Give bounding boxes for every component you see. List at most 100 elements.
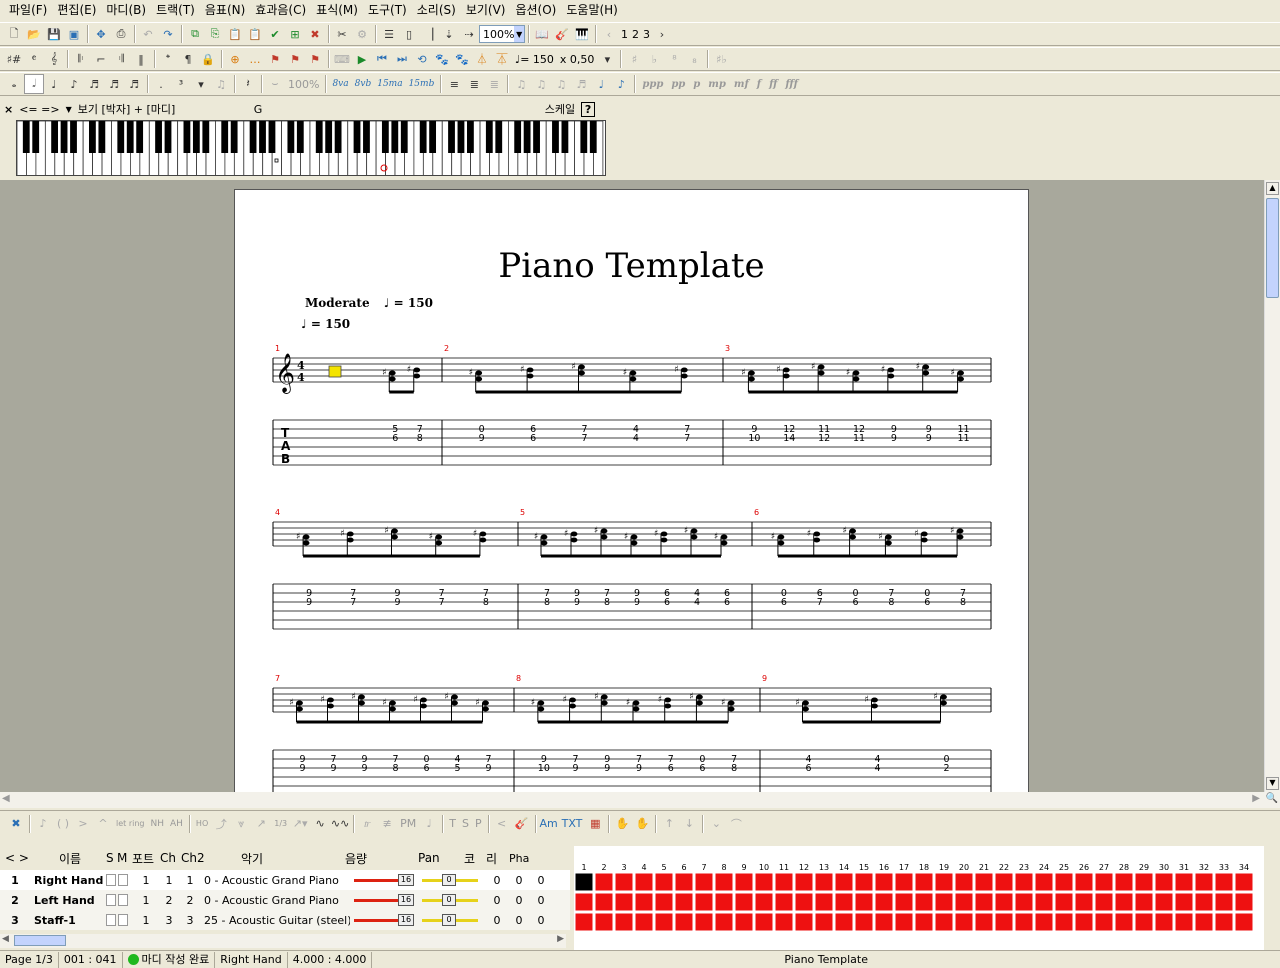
measure-cell[interactable] [654, 892, 674, 912]
note-head[interactable] [389, 706, 396, 712]
black-key[interactable] [533, 121, 540, 153]
note-head[interactable] [720, 540, 728, 546]
lock-icon[interactable]: 🔒 [198, 49, 218, 69]
track-name[interactable]: Right Hand [30, 874, 106, 887]
measure-cell[interactable] [654, 912, 674, 932]
menu-item-10[interactable]: 옵션(O) [510, 0, 561, 21]
measure-cell[interactable] [694, 872, 714, 892]
arrow-down-icon[interactable]: ↓ [679, 814, 699, 834]
nav-arrows[interactable]: < > [0, 851, 34, 865]
thirtysecond-note-icon[interactable]: ♬ [104, 74, 124, 94]
tab-fret-number[interactable]: 9 [573, 763, 579, 774]
measure-cell[interactable] [894, 872, 914, 892]
count-in-icon[interactable]: ⏄ [492, 49, 512, 69]
wide-vibrato-icon[interactable]: ∿∿ [330, 814, 350, 834]
note-head[interactable] [748, 376, 755, 382]
measure-cell[interactable] [614, 912, 634, 932]
paw-icon[interactable]: 🐾 [432, 49, 452, 69]
measure-cell[interactable] [1134, 912, 1154, 932]
measure-cell[interactable] [1234, 912, 1254, 932]
check-icon[interactable]: ✔ [265, 24, 285, 44]
tab-fret-number[interactable]: 8 [960, 597, 966, 608]
measure-cell[interactable] [994, 872, 1014, 892]
note-head[interactable] [569, 697, 576, 703]
tab-fret-number[interactable]: 9 [479, 433, 485, 444]
repeat-open-icon[interactable]: 𝄆 [71, 49, 91, 69]
measure-cell[interactable] [754, 912, 774, 932]
note-head[interactable] [632, 706, 640, 712]
note-head[interactable] [748, 370, 755, 376]
vibrato-icon[interactable]: ∿ [310, 814, 330, 834]
note-head[interactable] [885, 540, 892, 546]
note-head[interactable] [630, 540, 638, 546]
page-button-1[interactable]: 1 [619, 28, 630, 41]
black-key[interactable] [221, 121, 229, 153]
measure-cell[interactable] [754, 872, 774, 892]
tuplet-button[interactable]: 1/3 [271, 819, 290, 828]
volume-slider[interactable]: 16 [354, 874, 418, 886]
measure-cell[interactable] [674, 892, 694, 912]
track-ch[interactable]: 1 [158, 874, 180, 887]
tie-icon[interactable]: ⌣ [265, 74, 285, 94]
measure-cell[interactable] [1094, 872, 1114, 892]
tab-fret-number[interactable]: 8 [483, 597, 489, 608]
track-instrument[interactable]: 0 - Acoustic Grand Piano [200, 874, 350, 887]
track-name[interactable]: Staff-1 [30, 914, 106, 927]
dotted-note-icon[interactable]: . [151, 74, 171, 94]
tremolo-picking-icon[interactable]: ≢ [377, 814, 397, 834]
measure-cell[interactable] [1234, 872, 1254, 892]
tab-fret-number[interactable]: 6 [724, 597, 730, 608]
track-name[interactable]: Left Hand [30, 894, 106, 907]
artificial-harmonic-button[interactable]: AH [167, 819, 186, 829]
track-phaser[interactable]: 0 [530, 914, 552, 927]
tab-fret-number[interactable]: 9 [361, 763, 367, 774]
track-instrument[interactable]: 0 - Acoustic Grand Piano [200, 894, 350, 907]
tab-fret-number[interactable]: 9 [634, 597, 640, 608]
tab-fret-number[interactable]: 9 [636, 763, 642, 774]
black-key[interactable] [325, 121, 333, 153]
measure-cell[interactable] [814, 892, 834, 912]
measure-cell[interactable] [794, 872, 814, 892]
tab-fret-number[interactable]: 4 [633, 433, 639, 444]
black-key[interactable] [589, 121, 597, 153]
note-head[interactable] [871, 703, 878, 709]
black-key[interactable] [296, 121, 304, 153]
triplet-icon[interactable]: ³ [171, 74, 191, 94]
repeat-close-icon[interactable]: 𝄇 [111, 49, 131, 69]
scroll-left-icon[interactable]: ◀ [2, 793, 10, 804]
note-head[interactable] [957, 376, 964, 382]
note-head[interactable] [346, 531, 354, 537]
measure-cell[interactable] [834, 892, 854, 912]
black-key[interactable] [155, 121, 162, 153]
measure-cell[interactable] [1214, 912, 1234, 932]
note-head[interactable] [479, 531, 487, 537]
text-button[interactable]: TXT [559, 817, 586, 830]
track-hscroll[interactable]: ◀ ▶ [0, 934, 566, 948]
crescendo-icon[interactable]: < [492, 814, 512, 834]
measure-cell[interactable] [594, 892, 614, 912]
measure-cell[interactable] [1074, 872, 1094, 892]
note-head[interactable] [482, 706, 489, 712]
measure-cell[interactable] [894, 892, 914, 912]
measure-cell[interactable] [874, 912, 894, 932]
solo-checkbox[interactable] [106, 874, 116, 886]
nav-arrows[interactable]: <= => [19, 103, 59, 116]
note-head[interactable] [957, 370, 964, 376]
note-head[interactable] [600, 694, 608, 700]
note-head[interactable] [346, 537, 354, 543]
track-reverb[interactable]: 0 [508, 914, 530, 927]
tab-fret-number[interactable]: 6 [392, 433, 398, 444]
scroll-thumb[interactable] [1266, 198, 1279, 298]
track-port[interactable]: 1 [134, 894, 158, 907]
note-head[interactable] [956, 534, 964, 540]
note-head[interactable] [420, 697, 427, 703]
black-key[interactable] [514, 121, 522, 153]
note-head[interactable] [817, 364, 825, 370]
measure-cell[interactable] [674, 872, 694, 892]
tab-fret-number[interactable]: 9 [574, 597, 580, 608]
measure-cell[interactable] [734, 912, 754, 932]
tab-fret-number[interactable]: 9 [891, 433, 897, 444]
insert-measure-icon[interactable]: ⊞ [285, 24, 305, 44]
measure-cell[interactable] [1174, 912, 1194, 932]
note-head[interactable] [420, 703, 427, 709]
